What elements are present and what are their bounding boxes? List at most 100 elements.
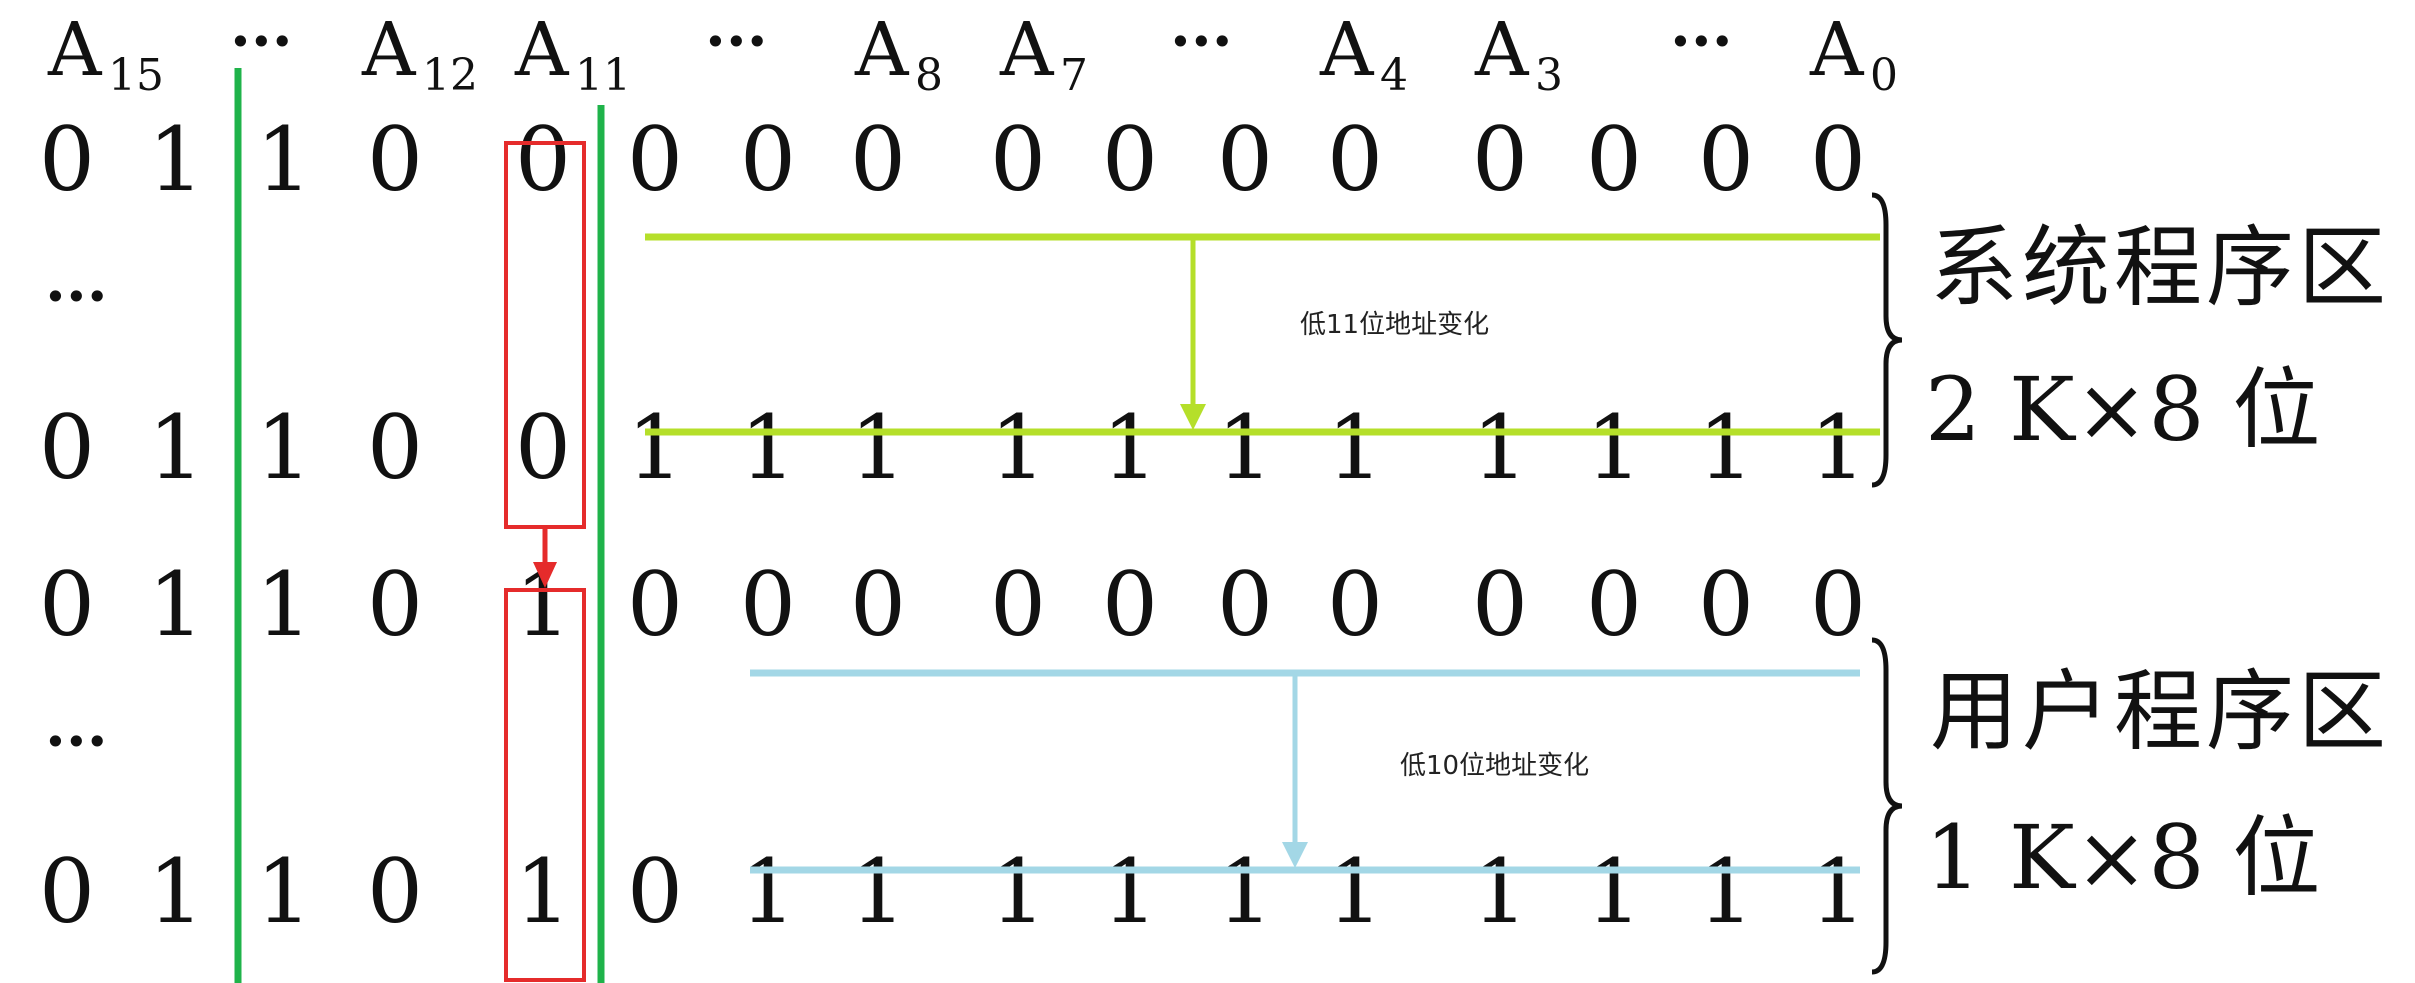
address-header: A 15 ··· A 12 A 11 ··· A 8 A 7 ··· A 4 A 3 ··· A 0 [47,7,1898,101]
bit-value: 0 [627,108,683,211]
address-line-label: A 15 [47,7,164,101]
bit-value: 0 [367,553,423,656]
range-arrowhead [1180,404,1206,430]
region-brace [1871,637,1903,975]
bit-value: 0 [1472,553,1528,656]
bit-value: 0 [1327,108,1383,211]
bit-value: 0 [39,840,95,943]
bit-value: 1 [1217,840,1273,943]
address-row: 0110011111111111 [39,396,1866,499]
region-capacity: 2 K×8 位 [1925,358,2320,461]
bit-value: 1 [1217,396,1273,499]
bit-value: 1 [1586,840,1642,943]
bit-value: 1 [1472,840,1528,943]
bit-value: 0 [367,396,423,499]
bit-value: 1 [850,840,906,943]
bit-value: 1 [1810,840,1866,943]
bit-value: 1 [1586,396,1642,499]
address-letter: A [999,7,1055,93]
bit-value: 0 [1472,108,1528,211]
bit-value: 0 [1810,108,1866,211]
region-name: 系统程序区 [1930,216,2390,319]
bit-value: 0 [515,108,571,211]
bit-value: 1 [148,108,204,211]
row-ellipsis: ··· [45,707,108,777]
bit-value: 1 [1472,396,1528,499]
bit-value: 0 [367,108,423,211]
address-row: 0110000000000000 [39,108,1866,211]
address-line-label: A4 [1319,7,1408,101]
address-letter: A [1474,7,1530,93]
bit-value: 0 [39,396,95,499]
bit-value: 0 [1102,553,1158,656]
bit-value: 1 [515,840,571,943]
bit-value: 0 [367,840,423,943]
address-subscript: 8 [915,50,943,101]
header-ellipsis: ··· [1670,7,1733,77]
bit-value: 1 [1327,840,1383,943]
bit-value: 1 [148,396,204,499]
bit-value: 1 [627,396,683,499]
address-letter: A [514,7,570,93]
header-ellipsis: ··· [1170,7,1233,77]
bit-value: 1 [990,840,1046,943]
address-row: ··· [45,707,108,777]
bit-value: 0 [740,108,796,211]
bit-value: 0 [850,553,906,656]
header-ellipsis: ··· [230,7,293,77]
bit-value: 0 [39,108,95,211]
bit-value: 1 [1810,396,1866,499]
address-row: ··· [45,262,108,332]
bit-value: 0 [740,553,796,656]
bit-value: 1 [1327,396,1383,499]
address-line-label: A7 [999,7,1088,101]
bit-value: 1 [1698,840,1754,943]
bit-value: 0 [1217,108,1273,211]
bit-value: 0 [850,108,906,211]
address-subscript: 12 [422,50,478,101]
bit-value: 0 [1698,553,1754,656]
address-row: 0110101111111111 [39,840,1866,943]
bit-value: 1 [256,108,312,211]
address-subscript: 15 [108,50,164,101]
address-subscript: 11 [575,50,631,101]
address-row: 0110100000000000 [39,553,1866,656]
address-letter: A [47,7,103,93]
bit-value: 0 [1102,108,1158,211]
range-note: 低11位地址变化 [1300,310,1489,340]
bit-value: 1 [148,840,204,943]
bit-value: 1 [148,553,204,656]
bit-value: 0 [990,553,1046,656]
bit-value: 1 [740,840,796,943]
address-letter: A [1809,7,1865,93]
bit-value: 0 [1586,553,1642,656]
bit-value: 1 [256,553,312,656]
bit-value: 1 [990,396,1046,499]
header-ellipsis: ··· [705,7,768,77]
bit-value: 1 [256,840,312,943]
address-line-label: A 12 [361,7,478,101]
address-decoding-diagram: A 15 ··· A 12 A 11 ··· A 8 A 7 ··· A 4 A 3 ··· A 0 01100000… [39,7,2390,983]
bit-value: 1 [256,396,312,499]
address-line-label: A0 [1809,7,1898,101]
bit-value: 0 [515,396,571,499]
bit-value: 1 [1102,396,1158,499]
address-letter: A [854,7,910,93]
bit-value: 0 [627,553,683,656]
bit-value: 0 [1698,108,1754,211]
address-subscript: 4 [1380,50,1408,101]
region-name: 用户程序区 [1930,660,2390,763]
bit-value: 0 [627,840,683,943]
address-letter: A [1319,7,1375,93]
bit-value: 1 [850,396,906,499]
range-arrowhead [1282,842,1308,868]
bit-value: 1 [1102,840,1158,943]
address-subscript: 7 [1060,50,1088,101]
address-subscript: 3 [1535,50,1563,101]
address-line-label: A 11 [514,7,631,101]
bit-value: 1 [740,396,796,499]
address-line-label: A8 [854,7,943,101]
address-line-label: A3 [1474,7,1563,101]
address-subscript: 0 [1870,50,1898,101]
region-capacity: 1 K×8 位 [1925,806,2320,909]
